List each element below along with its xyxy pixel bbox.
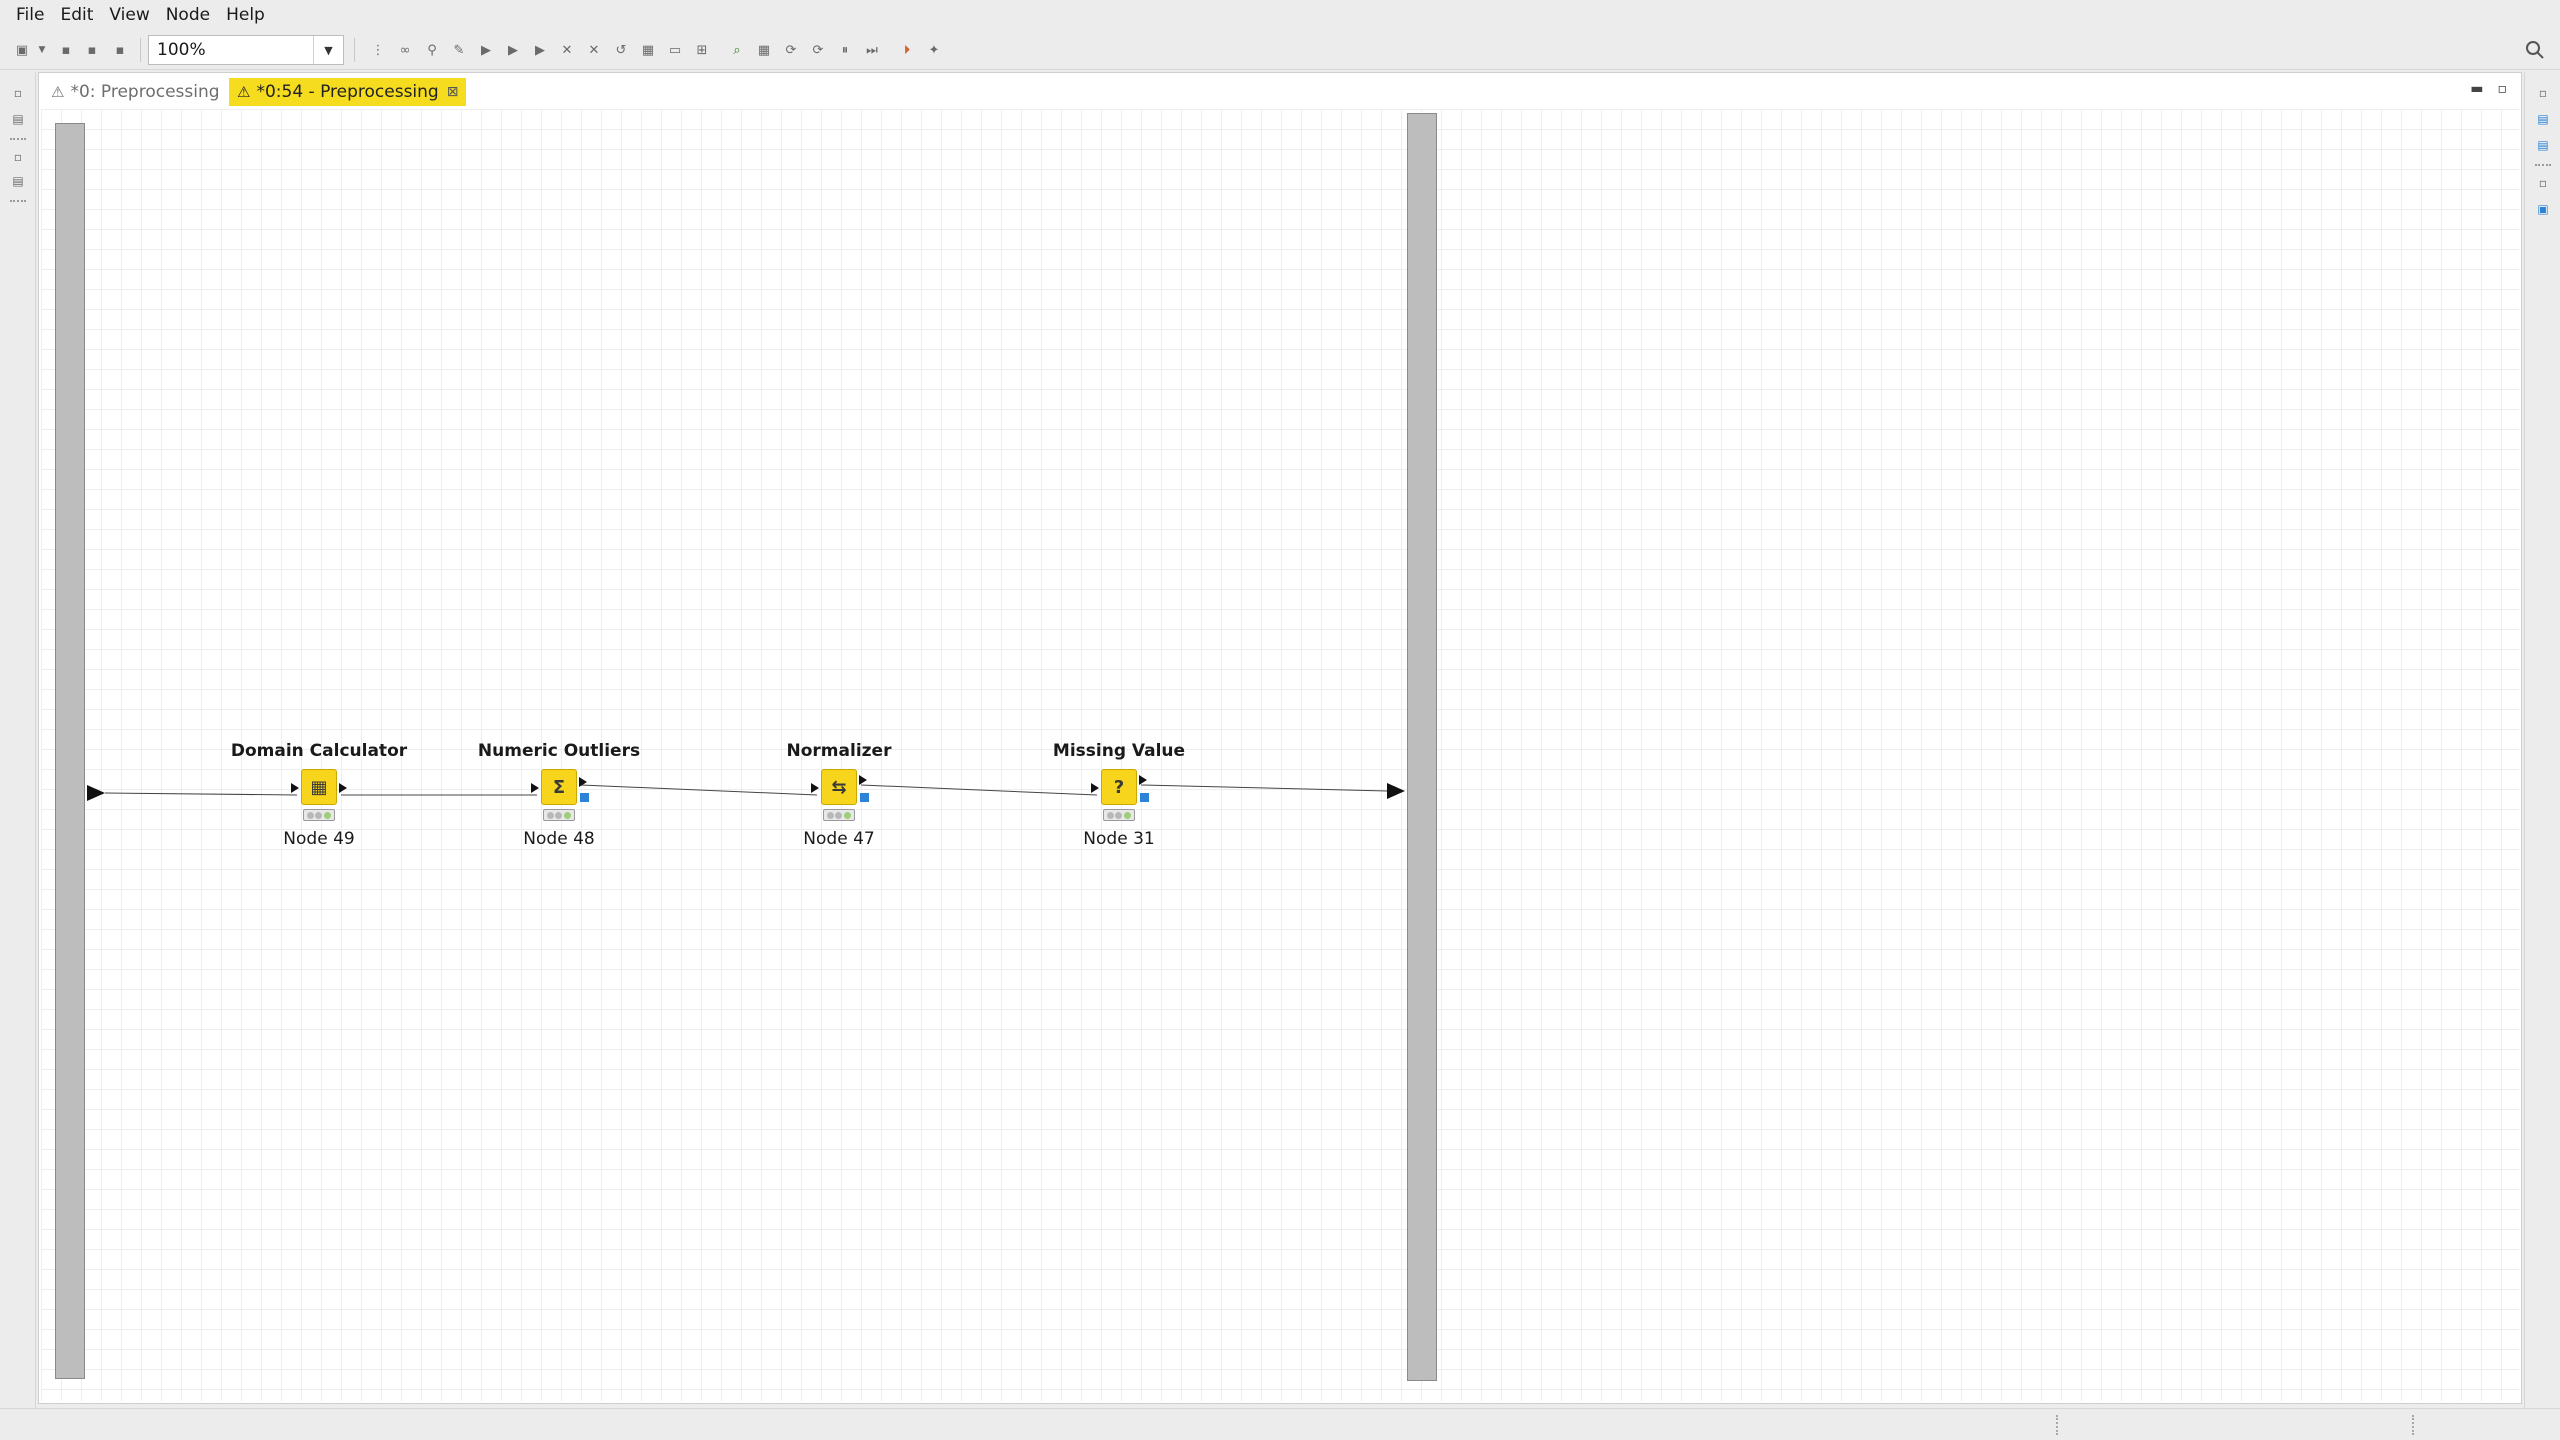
search-icon[interactable] — [2524, 39, 2546, 61]
workflow-editor: ⚠ *0: Preprocessing ⚠ *0:54 - Preprocess… — [38, 72, 2522, 1404]
node-out-port[interactable] — [579, 777, 587, 787]
save-all-icon[interactable]: ▪ — [110, 40, 130, 60]
node-out-port[interactable] — [339, 783, 347, 793]
pause-icon[interactable]: ⟳ — [808, 40, 828, 60]
normalize-icon[interactable]: ⇆ — [821, 769, 857, 805]
node-status-light — [823, 809, 855, 821]
monitor-icon[interactable]: ▤ — [2534, 136, 2552, 154]
connect-icon[interactable]: ∞ — [395, 40, 415, 60]
zoom-fit-icon[interactable]: ▭ — [665, 40, 685, 60]
node-label[interactable]: Node 49 — [219, 829, 419, 849]
restore-icon[interactable]: ▫ — [2534, 174, 2552, 192]
model-port[interactable] — [860, 793, 869, 802]
menu-bar: File Edit View Node Help — [0, 0, 2560, 30]
model-port[interactable] — [580, 793, 589, 802]
maximize-icon[interactable]: ▫ — [2498, 81, 2508, 97]
loop-icon[interactable]: ▦ — [754, 40, 774, 60]
description-icon[interactable]: ▤ — [2534, 110, 2552, 128]
node-title: Domain Calculator — [230, 741, 408, 761]
loop-step-icon[interactable]: ⟳ — [781, 40, 801, 60]
model-port[interactable] — [1140, 793, 1149, 802]
execute-open-view-icon[interactable]: ▶ — [503, 40, 523, 60]
node-out-port[interactable] — [859, 775, 867, 785]
reset-icon[interactable]: ✕ — [584, 40, 604, 60]
node-label[interactable]: Node 48 — [459, 829, 659, 849]
save-icon[interactable]: ▪ — [56, 40, 76, 60]
explorer-icon[interactable]: ▤ — [9, 110, 27, 128]
table-icon[interactable]: ▦ — [301, 769, 337, 805]
execute-all-icon[interactable]: ▶ — [476, 40, 496, 60]
node-missing-value[interactable]: Missing Value ? Node 31 — [1019, 741, 1219, 861]
node-title: Normalizer — [786, 741, 892, 761]
zoom-icon[interactable]: ⊞ — [692, 40, 712, 60]
view-icon[interactable]: ↺ — [611, 40, 631, 60]
node-out-port[interactable] — [1139, 775, 1147, 785]
step-icon[interactable]: ⏸ — [835, 40, 855, 60]
configure-icon[interactable]: ⚲ — [422, 40, 442, 60]
save-as-icon[interactable]: ▪ — [82, 40, 102, 60]
wrench-icon[interactable]: ⏵ — [897, 40, 917, 60]
toolbar: ▣ ▼ ▪ ▪ ▪ 100% ▼ ⋮ ∞ ⚲ ✎ ▶ ▶ ▶ ✕ ✕ ↺ ▦ ▭ ⊞ ⌕ ▦ ⟳ ⟳ ⏸ ⏭ ⏵ ✦ — [0, 30, 2560, 70]
menu-help[interactable]: Help — [218, 0, 273, 30]
status-bar — [0, 1408, 2560, 1440]
warning-icon: ⚠ — [237, 83, 251, 101]
node-label[interactable]: Node 47 — [739, 829, 939, 849]
node-normalizer[interactable]: Normalizer ⇆ Node 47 — [739, 741, 939, 861]
connection-layer — [87, 783, 1405, 801]
tab-label: *0: Preprocessing — [70, 82, 220, 102]
node-label[interactable]: Node 31 — [1019, 829, 1219, 849]
metanode-in-port[interactable] — [87, 785, 105, 801]
node-numeric-outliers[interactable]: Numeric Outliers Σ Node 48 — [459, 741, 659, 861]
node-in-port[interactable] — [811, 783, 819, 793]
zoom-select[interactable]: 100% ▼ — [148, 35, 344, 65]
repository-icon[interactable]: ▤ — [9, 172, 27, 190]
workflow-canvas[interactable]: Domain Calculator ▦ Node 49 Numeric Outl… — [41, 109, 2519, 1401]
close-icon[interactable]: ⊠ — [447, 84, 459, 100]
chevron-down-icon[interactable]: ▼ — [32, 40, 52, 60]
tab-preprocessing-metanode[interactable]: ⚠ *0:54 - Preprocessing ⊠ — [229, 78, 467, 106]
node-in-port[interactable] — [291, 783, 299, 793]
resume-icon[interactable]: ⏭ — [862, 40, 882, 60]
cancel-all-icon[interactable]: ✕ — [557, 40, 577, 60]
metanode-out-port[interactable] — [1387, 783, 1405, 799]
warning-icon: ⚠ — [51, 83, 65, 101]
execute-icon[interactable]: ✎ — [449, 40, 469, 60]
annotation-icon[interactable]: ▦ — [638, 40, 658, 60]
editor-tab-bar: ⚠ *0: Preprocessing ⚠ *0:54 - Preprocess… — [39, 73, 2521, 109]
node-title: Numeric Outliers — [477, 741, 641, 761]
chevron-down-icon[interactable]: ▼ — [313, 36, 343, 64]
knime-workbench: File Edit View Node Help ▣ ▼ ▪ ▪ ▪ 100% … — [0, 0, 2560, 1440]
grid-icon[interactable]: ⌕ — [727, 40, 747, 60]
menu-node[interactable]: Node — [158, 0, 218, 30]
node-in-port[interactable] — [1091, 783, 1099, 793]
zoom-value: 100% — [157, 40, 206, 60]
right-trim-bar: ▫ ▤ ▤ ▫ ▣ — [2524, 72, 2560, 1408]
node-in-port[interactable] — [531, 783, 539, 793]
tab-preprocessing[interactable]: ⚠ *0: Preprocessing — [43, 78, 228, 106]
minimize-icon[interactable]: ▬ — [2470, 81, 2483, 97]
restore-icon[interactable]: ▫ — [9, 84, 27, 102]
restore-icon[interactable]: ▫ — [2534, 84, 2552, 102]
cancel-icon[interactable]: ▶ — [530, 40, 550, 60]
window-controls: ▬ ▫ — [2470, 81, 2507, 97]
question-icon[interactable]: ? — [1101, 769, 1137, 805]
left-trim-bar: ▫ ▤ ▫ ▤ — [0, 72, 36, 1408]
sigma-icon[interactable]: Σ — [541, 769, 577, 805]
tab-label: *0:54 - Preprocessing — [256, 82, 439, 102]
node-status-light — [1103, 809, 1135, 821]
node-status-light — [303, 809, 335, 821]
menu-edit[interactable]: Edit — [52, 0, 101, 30]
node-title: Missing Value — [1052, 741, 1186, 761]
new-icon[interactable]: ▣ — [12, 40, 32, 60]
restore-icon[interactable]: ▫ — [9, 148, 27, 166]
node-status-light — [543, 809, 575, 821]
menu-file[interactable]: File — [8, 0, 52, 30]
auto-layout-icon[interactable]: ⋮ — [368, 40, 388, 60]
console-icon[interactable]: ▣ — [2534, 200, 2552, 218]
menu-view[interactable]: View — [101, 0, 157, 30]
layout-icon[interactable]: ✦ — [924, 40, 944, 60]
node-domain-calculator[interactable]: Domain Calculator ▦ Node 49 — [219, 741, 419, 861]
